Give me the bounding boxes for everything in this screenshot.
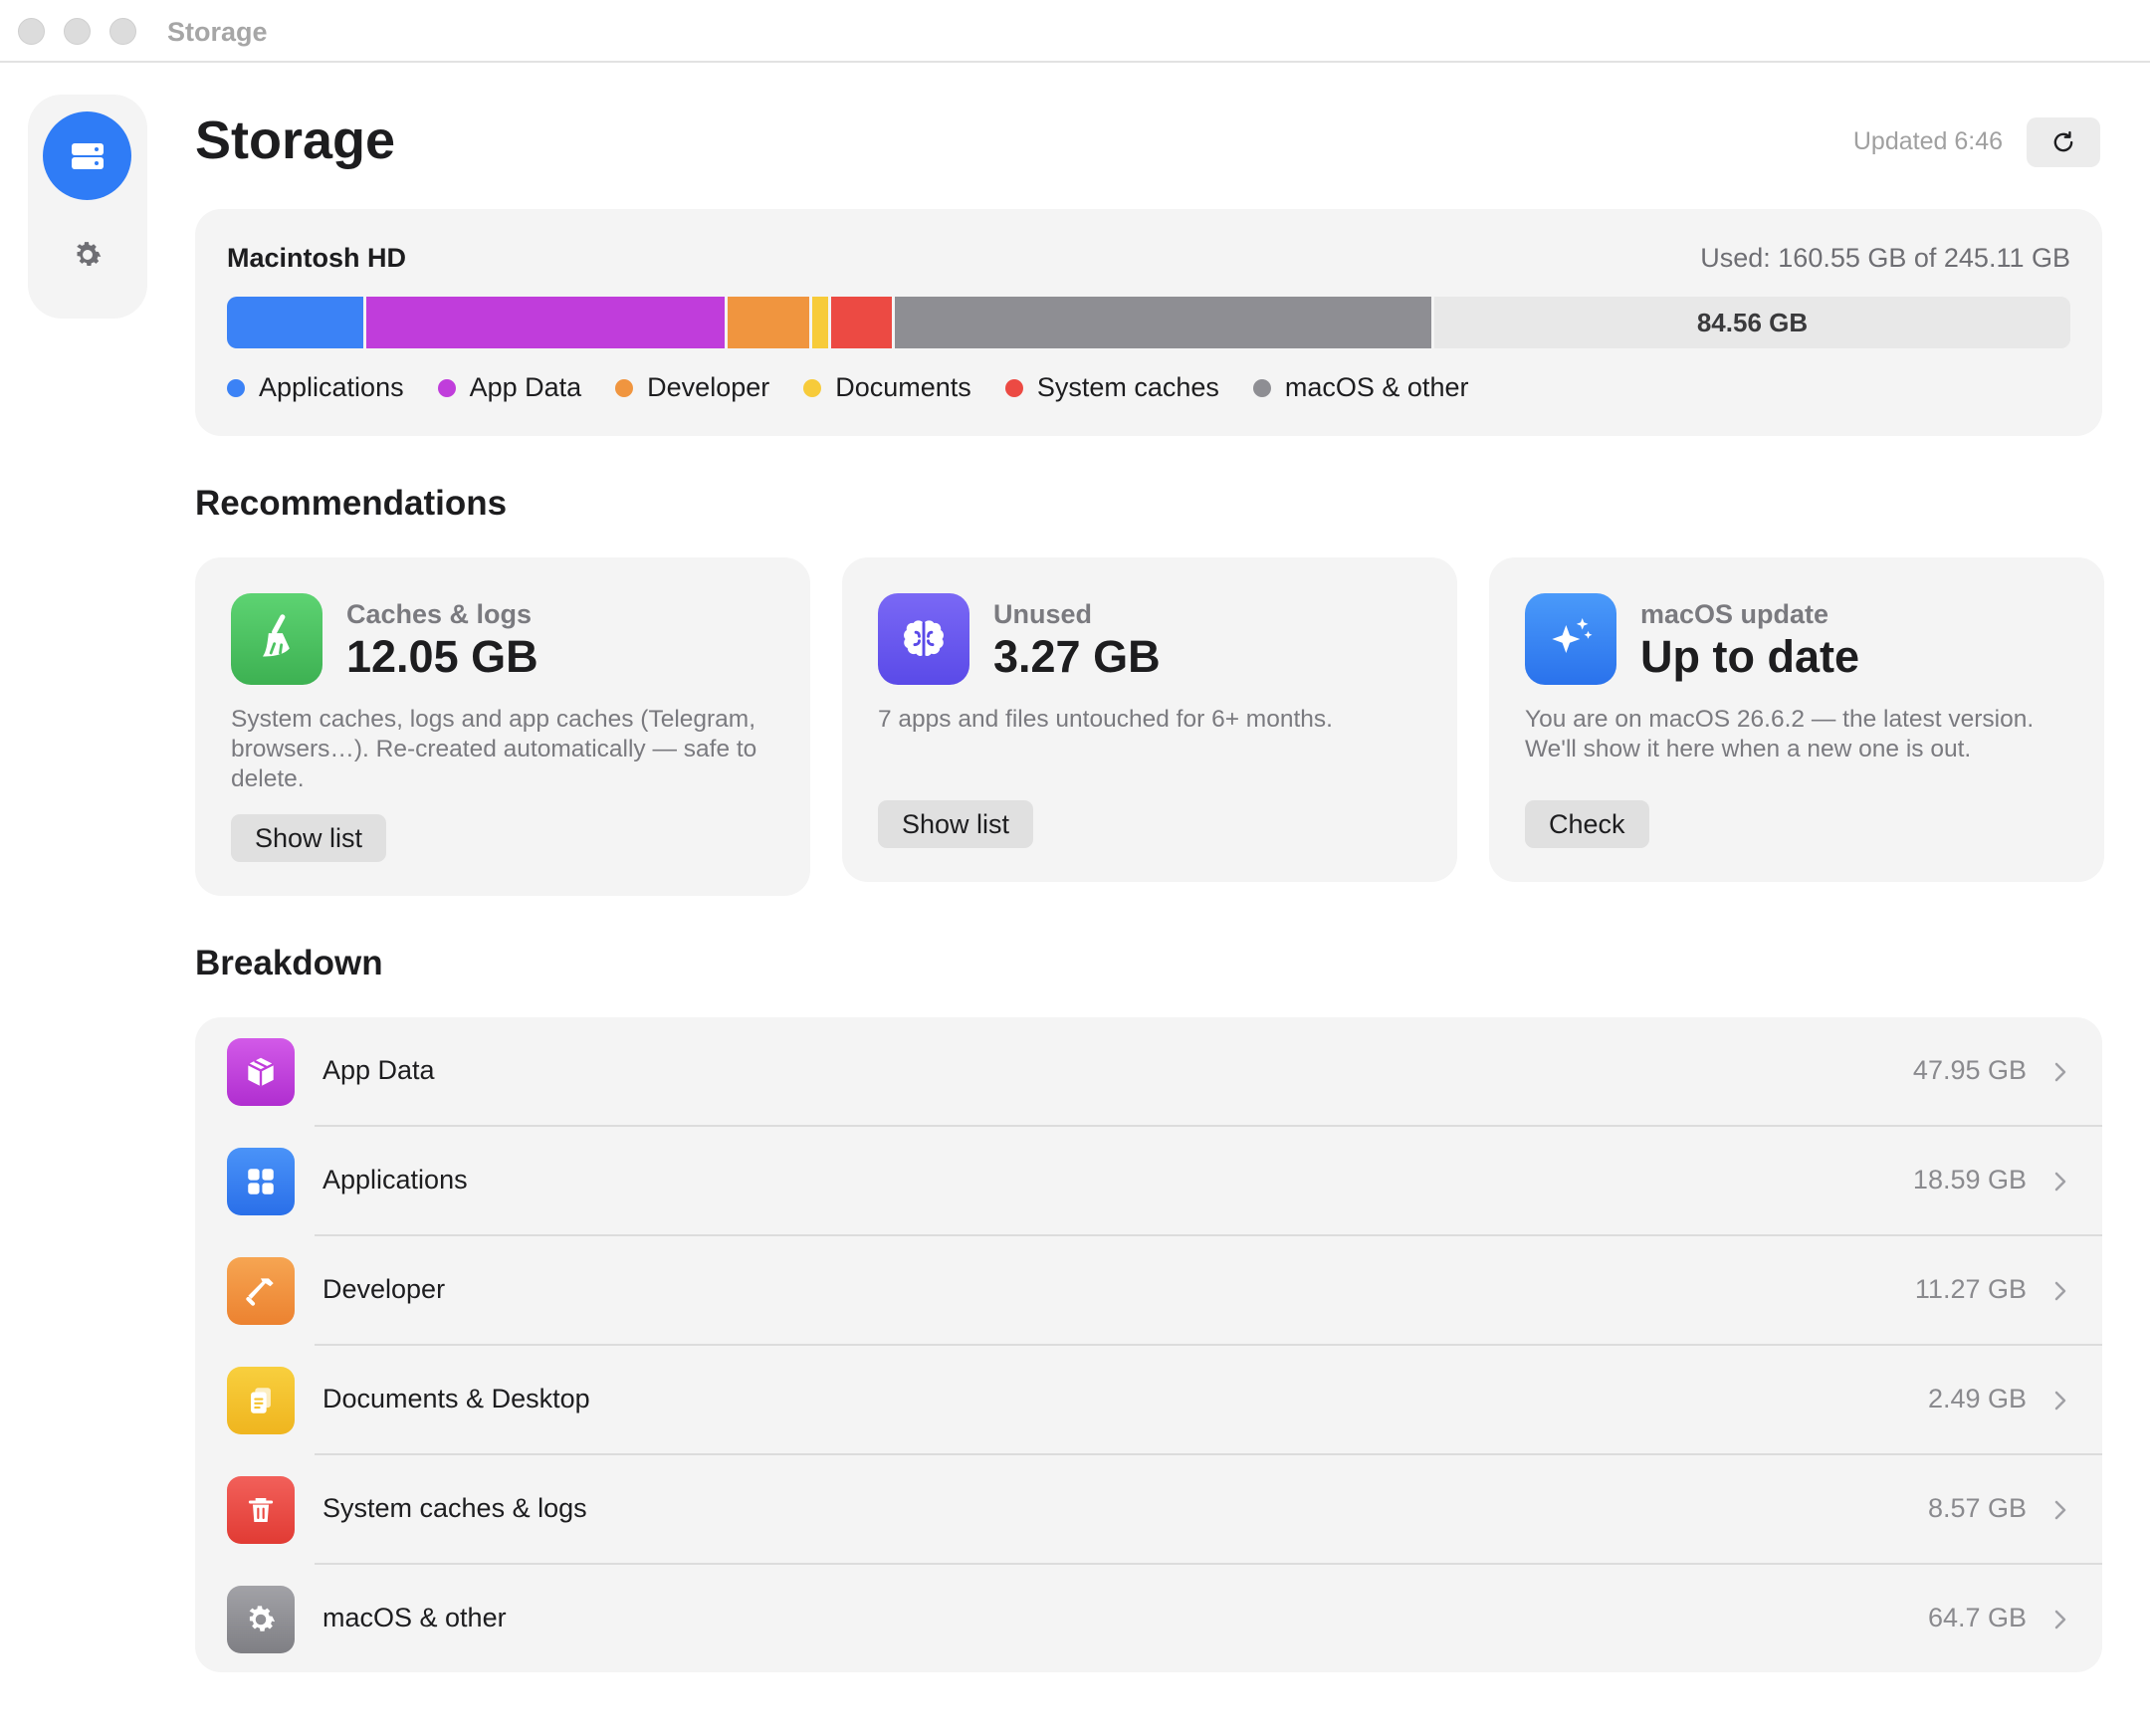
rec-description-unused: 7 apps and files untouched for 6+ months… — [878, 706, 1333, 733]
legend-label: Applications — [259, 372, 404, 402]
usage-segment-macos-other — [895, 297, 1435, 348]
breakdown-label: Documents & Desktop — [322, 1384, 590, 1413]
hammer-icon — [227, 1257, 295, 1325]
sidebar-item-storage[interactable] — [43, 111, 131, 200]
rec-value-unused: 3.27 GB — [993, 631, 1161, 682]
title-bar: Storage — [0, 0, 2150, 63]
legend-item: Applications — [227, 372, 404, 403]
chevron-right-icon — [2048, 1167, 2072, 1196]
legend-label: macOS & other — [1284, 372, 1469, 402]
legend-dot — [437, 378, 456, 397]
legend-label: Documents — [835, 372, 971, 402]
breakdown-row-documents[interactable]: Documents & Desktop 2.49 GB — [195, 1346, 2102, 1455]
breakdown-size: 8.57 GB — [1927, 1493, 2027, 1523]
legend-item: Developer — [615, 372, 769, 403]
recommendation-card-caches: Caches & logs 12.05 GB System caches, lo… — [195, 557, 810, 896]
disk-legend: Applications App Data Developer Documents Sy… — [227, 372, 1468, 403]
breakdown-row-app-data[interactable]: App Data 47.95 GB — [195, 1017, 2102, 1127]
chevron-right-icon — [2048, 1605, 2072, 1634]
gear-icon — [227, 1586, 295, 1653]
legend-dot — [615, 378, 634, 397]
sparkles-icon — [1525, 593, 1616, 685]
brain-icon — [878, 593, 969, 685]
trash-icon — [227, 1476, 295, 1544]
breakdown-heading: Breakdown — [195, 944, 383, 982]
package-icon — [227, 1038, 295, 1106]
legend-dot — [803, 378, 822, 397]
legend-dot — [227, 378, 245, 397]
usage-segment-system-caches — [830, 297, 896, 348]
disk-name: Macintosh HD — [227, 243, 407, 273]
legend-item: Documents — [803, 372, 971, 403]
chevron-right-icon — [2048, 1495, 2072, 1525]
minimize-window-button[interactable] — [64, 18, 91, 45]
rec-label-caches: Caches & logs — [346, 599, 533, 629]
free-space-segment: 84.56 GB — [1434, 297, 2070, 348]
recommendation-card-update: macOS update Up to date You are on macOS… — [1489, 557, 2104, 882]
check-update-button[interactable]: Check — [1525, 800, 1649, 848]
zoom-window-button[interactable] — [109, 18, 136, 45]
breakdown-label: Applications — [322, 1165, 468, 1194]
broom-icon — [231, 593, 322, 685]
breakdown-label: System caches & logs — [322, 1493, 587, 1523]
documents-icon — [227, 1367, 295, 1434]
disk-usage-bar: 84.56 GB — [227, 297, 2070, 348]
breakdown-label: Developer — [322, 1274, 446, 1304]
usage-segment-applications — [227, 297, 367, 348]
rec-label-unused: Unused — [993, 599, 1093, 629]
rec-description-update: You are on macOS 26.6.2 — the latest ver… — [1525, 706, 2035, 762]
chevron-right-icon — [2048, 1386, 2072, 1415]
legend-item: App Data — [437, 372, 582, 403]
window-title: Storage — [167, 17, 268, 47]
recommendations-heading: Recommendations — [195, 484, 508, 523]
breakdown-row-applications[interactable]: Applications 18.59 GB — [195, 1127, 2102, 1236]
sidebar — [28, 95, 147, 319]
chevron-right-icon — [2048, 1276, 2072, 1306]
rec-description-caches: System caches, logs and app caches (Tele… — [231, 706, 757, 792]
breakdown-list: App Data 47.95 GB Applications 18.59 GB … — [195, 1017, 2102, 1672]
legend-dot — [1252, 378, 1271, 397]
breakdown-row-developer[interactable]: Developer 11.27 GB — [195, 1236, 2102, 1346]
show-caches-list-button[interactable]: Show list — [231, 814, 387, 862]
breakdown-row-system-caches[interactable]: System caches & logs 8.57 GB — [195, 1455, 2102, 1565]
storage-drive-icon — [71, 142, 104, 169]
usage-segment-developer — [727, 297, 812, 348]
breakdown-label: App Data — [322, 1055, 435, 1085]
recommendation-card-unused: Unused 3.27 GB 7 apps and files untouche… — [842, 557, 1457, 882]
sidebar-item-settings[interactable] — [69, 236, 107, 274]
page-title: Storage — [195, 110, 396, 170]
legend-label: App Data — [469, 372, 582, 402]
disk-usage-card: Macintosh HD Used: 160.55 GB of 245.11 G… — [195, 209, 2102, 436]
legend-label: System caches — [1036, 372, 1219, 402]
usage-segment-app-data — [366, 297, 728, 348]
breakdown-size: 18.59 GB — [1912, 1165, 2027, 1194]
rec-label-update: macOS update — [1640, 599, 1829, 629]
chevron-right-icon — [2048, 1057, 2072, 1087]
refresh-icon — [2053, 130, 2073, 152]
breakdown-size: 64.7 GB — [1927, 1603, 2027, 1632]
legend-item: macOS & other — [1252, 372, 1469, 403]
breakdown-size: 11.27 GB — [1914, 1274, 2027, 1304]
refresh-button[interactable] — [2027, 117, 2100, 167]
gear-icon — [77, 242, 102, 267]
legend-label: Developer — [647, 372, 770, 402]
close-window-button[interactable] — [18, 18, 45, 45]
app-grid-icon — [227, 1148, 295, 1215]
disk-used-text: Used: 160.55 GB of 245.11 GB — [1700, 243, 2070, 273]
breakdown-label: macOS & other — [322, 1603, 507, 1632]
show-unused-list-button[interactable]: Show list — [878, 800, 1034, 848]
rec-value-caches: 12.05 GB — [346, 631, 538, 682]
breakdown-row-macos-other[interactable]: macOS & other 64.7 GB — [195, 1565, 2102, 1672]
rec-value-update: Up to date — [1640, 631, 1859, 682]
usage-segment-documents — [811, 297, 831, 348]
updated-timestamp: Updated 6:46 — [1852, 127, 2003, 155]
breakdown-size: 2.49 GB — [1927, 1384, 2027, 1413]
legend-dot — [1004, 378, 1023, 397]
legend-item: System caches — [1004, 372, 1219, 403]
breakdown-size: 47.95 GB — [1912, 1055, 2027, 1085]
